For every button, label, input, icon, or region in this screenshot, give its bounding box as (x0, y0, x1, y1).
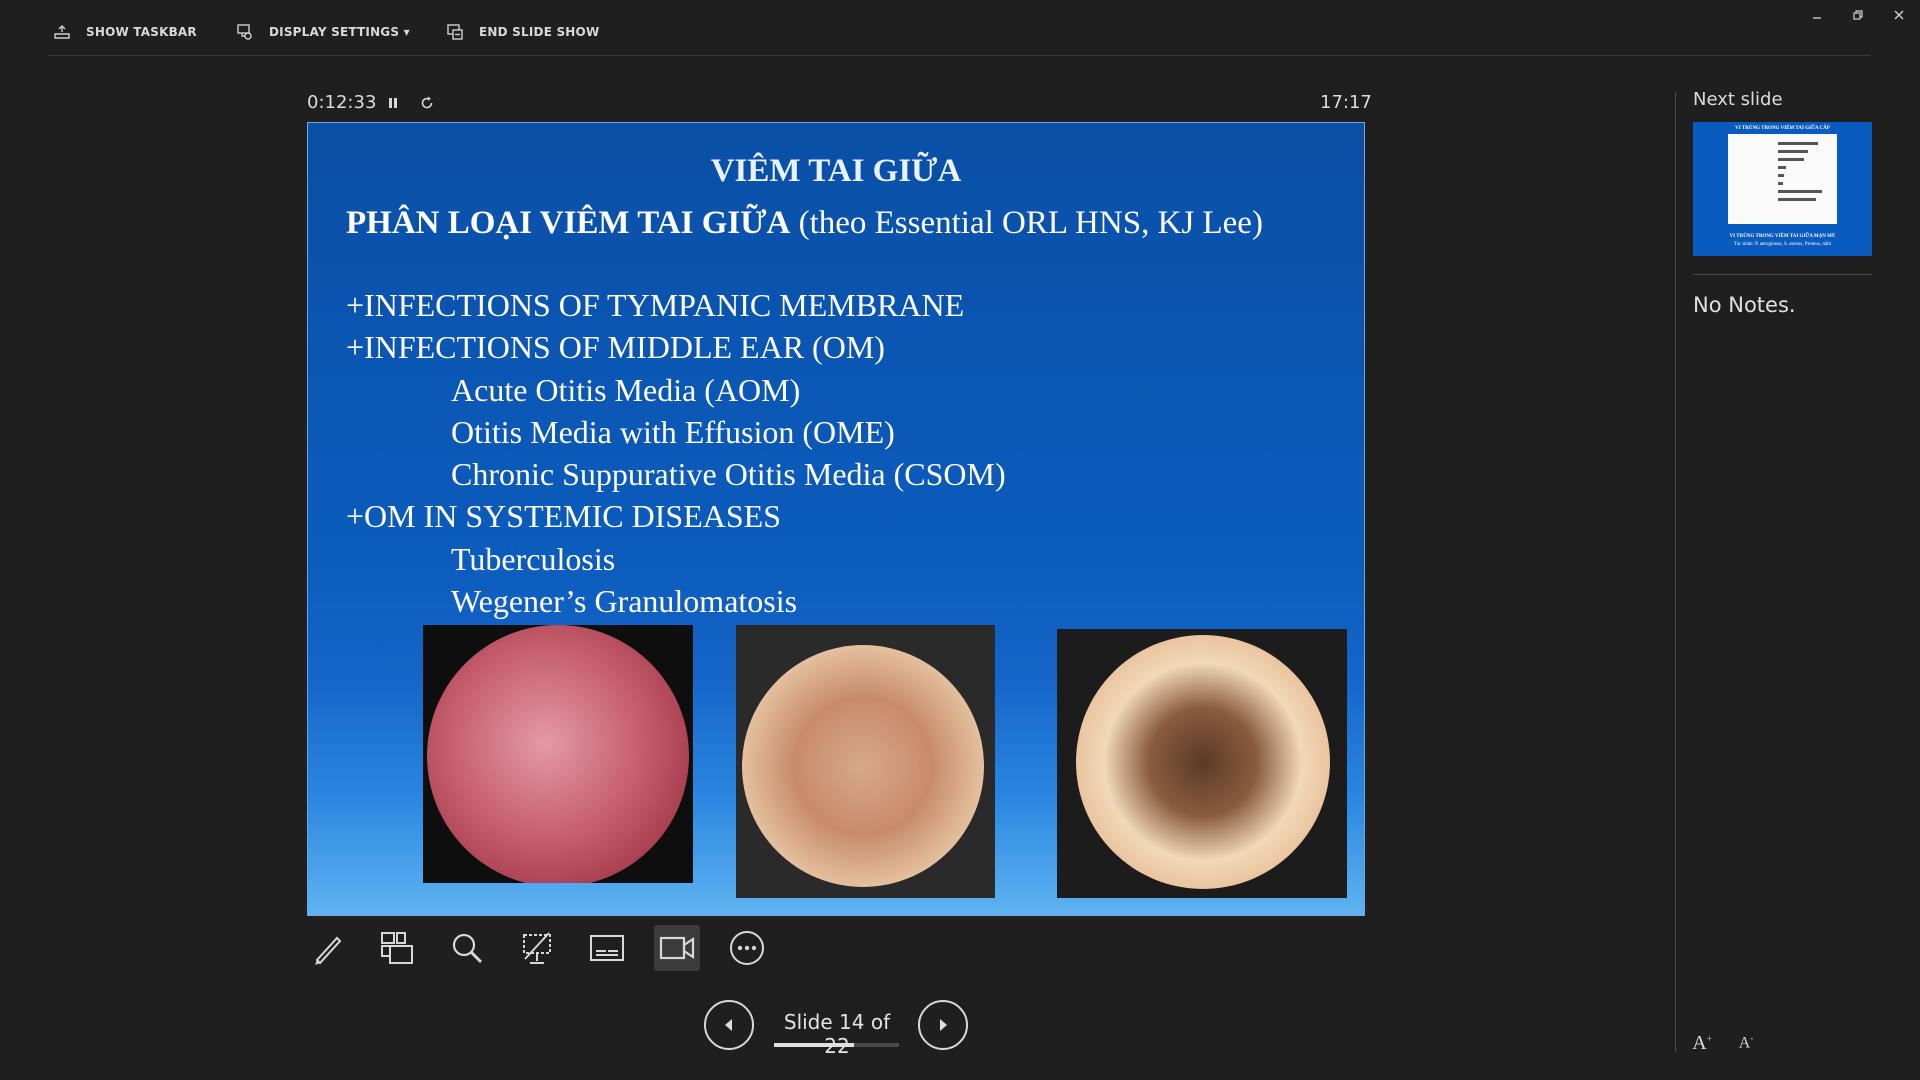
increase-font-button[interactable]: A+ (1689, 1030, 1715, 1056)
slide-title: VIÊM TAI GIỮA (710, 153, 962, 189)
slide-sub-bullet: Chronic Suppurative Otitis Media (CSOM) (451, 456, 1006, 492)
thumb-bar (1778, 182, 1783, 185)
slide-subtitle-rest: (theo Essential ORL HNS, KJ Lee) (790, 205, 1263, 241)
current-slide[interactable]: VIÊM TAI GIỮA PHÂN LOẠI VIÊM TAI GIỮA (t… (307, 122, 1365, 916)
display-settings-button[interactable]: DISPLAY SETTINGS ▾ (235, 20, 410, 44)
decrease-font-icon: A- (1738, 1033, 1754, 1052)
end-slide-show-label: END SLIDE SHOW (479, 25, 600, 39)
see-all-slides-icon (381, 932, 413, 964)
display-settings-label: DISPLAY SETTINGS ▾ (269, 25, 410, 39)
next-slide-button[interactable] (918, 1000, 968, 1050)
black-screen-icon (523, 932, 551, 964)
thumb-bar (1778, 174, 1784, 177)
zoom-icon (452, 933, 483, 964)
presenter-view: SHOW TASKBAR DISPLAY SETTINGS ▾ END SLID… (0, 0, 1920, 1080)
eardrum-photo-1 (423, 625, 693, 883)
see-all-slides-button[interactable] (374, 925, 420, 971)
subtitles-icon (590, 935, 624, 961)
panel-divider (1675, 92, 1676, 1052)
slide-sub-bullet: Acute Otitis Media (AOM) (451, 372, 801, 408)
thumb-title: VI TRÙNG TRONG VIÊM TAI GIỮA CẤP (1735, 126, 1830, 131)
more-options-icon (730, 931, 764, 965)
pen-tool-button[interactable] (305, 925, 351, 971)
close-icon (1894, 10, 1904, 20)
slide-bullet: +OM IN SYSTEMIC DISEASES (346, 498, 781, 534)
camera-toggle-button[interactable] (654, 925, 700, 971)
slide-counter: Slide 14 of 22 (783, 1010, 891, 1058)
thumb-bar (1778, 166, 1786, 169)
end-show-icon (447, 24, 463, 40)
pen-icon (315, 936, 342, 965)
next-slide-label: Next slide (1693, 89, 1783, 110)
thumb-bar (1778, 150, 1808, 153)
slide-sub-bullet: Tuberculosis (451, 541, 616, 577)
top-toolbar: SHOW TASKBAR DISPLAY SETTINGS ▾ END SLID… (0, 0, 1920, 56)
restart-icon (421, 96, 433, 109)
thumb-caption-2: Tác nhân: P. aeruginosa, S. aureus, Prot… (1734, 242, 1831, 247)
eardrum-photo-2 (736, 625, 995, 898)
previous-slide-button[interactable] (704, 1000, 754, 1050)
notes-divider (1693, 274, 1872, 275)
slide-progress-fill (774, 1043, 854, 1047)
thumb-bar (1778, 158, 1804, 161)
slide-subtitle-bold: PHÂN LOẠI VIÊM TAI GIỮA (346, 205, 791, 241)
speaker-notes: No Notes. (1693, 293, 1796, 317)
slide-progress-bar (774, 1043, 899, 1047)
decrease-font-button[interactable]: A- (1733, 1030, 1759, 1056)
thumb-bar (1778, 190, 1822, 193)
next-arrow-icon (940, 1019, 947, 1031)
thumb-bar (1778, 198, 1816, 201)
previous-arrow-icon (725, 1019, 732, 1031)
camera-icon (659, 936, 695, 960)
thumb-chart (1728, 134, 1837, 224)
restart-timer-button[interactable] (416, 92, 438, 114)
show-taskbar-label: SHOW TASKBAR (86, 25, 197, 39)
slide-subtitle: PHÂN LOẠI VIÊM TAI GIỮA (theo Essential … (346, 205, 1263, 242)
slide-bullet: +INFECTIONS OF TYMPANIC MEMBRANE (346, 287, 965, 323)
increase-font-icon: A+ (1692, 1031, 1712, 1054)
minimize-button[interactable] (1802, 4, 1832, 26)
pause-icon (389, 98, 397, 108)
end-slide-show-button[interactable]: END SLIDE SHOW (445, 20, 599, 44)
minimize-icon (1813, 17, 1821, 19)
close-button[interactable] (1884, 4, 1914, 26)
slide-bullet: +INFECTIONS OF MIDDLE EAR (OM) (346, 329, 885, 365)
display-settings-icon (237, 24, 252, 40)
next-slide-thumbnail[interactable]: VI TRÙNG TRONG VIÊM TAI GIỮA CẤP VI TRÙN… (1693, 122, 1872, 256)
more-options-button[interactable] (724, 925, 770, 971)
black-screen-button[interactable] (514, 925, 560, 971)
pause-timer-button[interactable] (382, 92, 404, 114)
slide-sub-bullet: Otitis Media with Effusion (OME) (451, 414, 895, 450)
zoom-button[interactable] (444, 925, 490, 971)
restore-icon (1853, 10, 1863, 20)
show-taskbar-button[interactable]: SHOW TASKBAR (52, 20, 197, 44)
thumb-caption-1: VI TRÙNG TRONG VIÊM TAI GIỮA MẠN MỦ (1729, 234, 1836, 239)
subtitles-button[interactable] (584, 925, 630, 971)
restore-button[interactable] (1843, 4, 1873, 26)
taskbar-icon (54, 25, 70, 39)
toolbar-divider (48, 55, 1870, 56)
elapsed-timer: 0:12:33 (307, 92, 377, 113)
current-time: 17:17 (1320, 92, 1372, 113)
slide-sub-bullet: Wegener’s Granulomatosis (451, 583, 798, 619)
thumb-bar (1778, 142, 1818, 145)
eardrum-photo-3 (1057, 629, 1347, 898)
